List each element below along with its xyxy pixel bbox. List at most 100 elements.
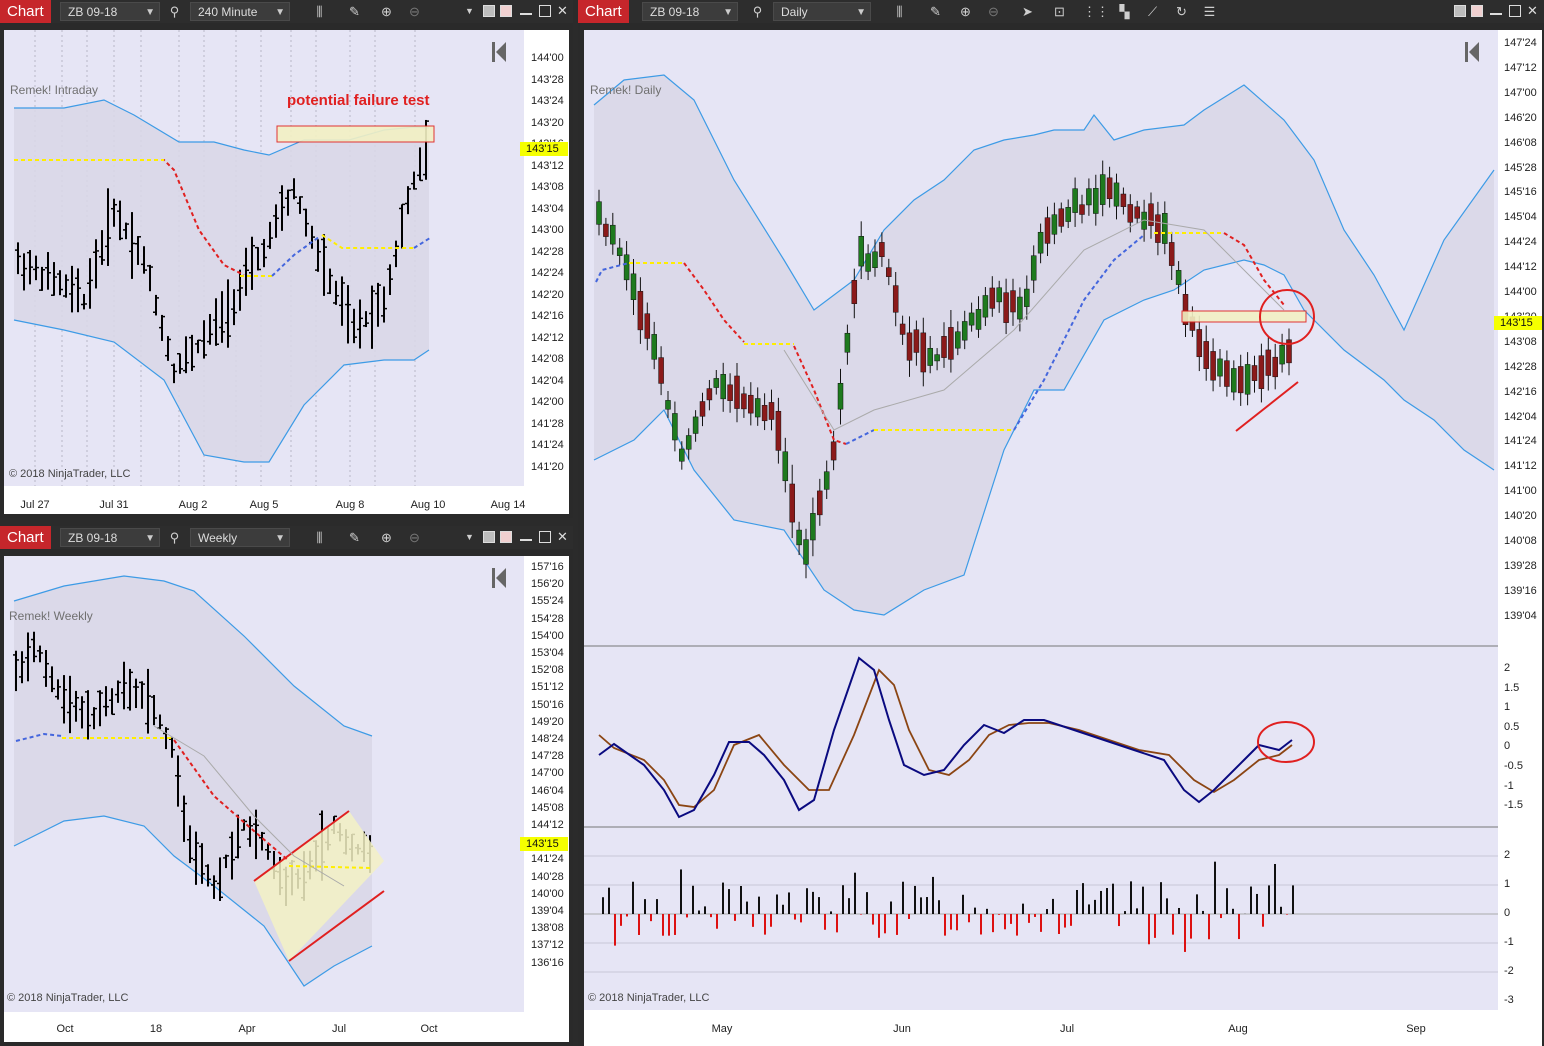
price-tick-label: 153'04 — [531, 647, 564, 659]
zoom-out-icon[interactable]: ⊖ — [405, 528, 424, 547]
histogram-bar — [1040, 914, 1042, 932]
chart-badge[interactable]: Chart — [0, 0, 51, 23]
refresh-icon[interactable]: ↻ — [1172, 2, 1191, 21]
interval-selector[interactable]: Daily ▼ — [773, 2, 871, 21]
zoom-in-icon[interactable]: ⊕ — [377, 2, 396, 21]
histogram-bar — [878, 914, 880, 938]
instrument-selector[interactable]: ZB 09-18 ▼ — [642, 2, 738, 21]
histogram-bar — [1280, 906, 1282, 914]
maximize-button[interactable] — [1509, 5, 1521, 17]
price-axis[interactable]: 147'24 147'12 147'00 146'20 146'08 145'28 145'… — [1494, 30, 1542, 1010]
list-icon[interactable]: ☰ — [1200, 2, 1219, 21]
price-tick-label: 1 — [1504, 701, 1511, 714]
instrument-selector[interactable]: ZB 09-18 ▼ — [60, 528, 160, 547]
histogram-bar — [806, 888, 808, 914]
candle-body — [1024, 288, 1030, 307]
histogram-bar — [626, 914, 628, 917]
zoom-out-icon[interactable]: ⊖ — [405, 2, 424, 21]
indicators-icon[interactable]: ⋮⋮ — [1083, 2, 1109, 21]
price-tick-label: 140'00 — [531, 887, 564, 900]
pencil-icon[interactable]: ✎ — [345, 528, 364, 547]
candle-body — [913, 329, 920, 353]
time-tick-label: Oct — [420, 1023, 438, 1035]
minimize-button[interactable] — [1490, 5, 1502, 15]
histogram-bar — [686, 914, 688, 918]
histogram-bar — [1112, 883, 1114, 914]
dropdown-icon[interactable]: ▼ — [460, 528, 479, 547]
candle-body — [1120, 193, 1127, 207]
chart-badge[interactable]: Chart — [578, 0, 629, 23]
candle-body — [1030, 255, 1037, 281]
window-link-button[interactable] — [1471, 5, 1483, 17]
interval-selector[interactable]: Weekly ▼ — [190, 528, 290, 547]
histogram-bar — [890, 901, 892, 914]
price-axis[interactable]: 157'16 156'20 155'24 154'28 154'00 153'04 152'… — [520, 556, 569, 1012]
close-button[interactable]: ✕ — [1527, 4, 1539, 17]
bar-type-icon[interactable]: ⫼ — [310, 528, 329, 547]
maximize-button[interactable] — [539, 5, 551, 17]
price-tick-label: 143'08 — [531, 181, 564, 193]
price-tick-label: 146'08 — [1504, 136, 1537, 149]
window-grey-button[interactable] — [483, 531, 495, 543]
histogram-bar — [908, 914, 910, 919]
price-tick-label: 0 — [1504, 740, 1511, 753]
candle-body — [768, 402, 775, 420]
maximize-button[interactable] — [539, 531, 551, 543]
minimize-button[interactable] — [520, 531, 532, 541]
chart-panel[interactable]: Remek! Daily © 2018 NinjaTrader, LLC — [584, 30, 1498, 1010]
histogram-bar — [998, 914, 1000, 915]
rewind-icon[interactable] — [1465, 42, 1479, 62]
histogram-bar — [968, 914, 970, 923]
histogram-bar — [992, 914, 994, 933]
price-tick-label: 139'04 — [1504, 609, 1537, 622]
histogram-bar — [698, 910, 700, 914]
histogram-bar — [1268, 885, 1270, 914]
pencil-icon[interactable]: ✎ — [345, 2, 364, 21]
histogram-bar — [728, 889, 730, 914]
time-axis[interactable]: Jul 27 Jul 31 Aug 2 Aug 5 Aug 8 Aug 10 Aug 14 — [4, 486, 569, 514]
histogram-bar — [1076, 889, 1078, 914]
window-link-button[interactable] — [500, 5, 512, 17]
time-tick-label: Jul — [331, 1023, 347, 1035]
zoom-in-icon[interactable]: ⊕ — [377, 528, 396, 547]
search-icon[interactable]: ⚲ — [165, 2, 184, 21]
candle-body — [803, 539, 809, 565]
zoom-in-icon[interactable]: ⊕ — [956, 2, 975, 21]
rewind-icon[interactable] — [492, 42, 506, 62]
pointer-icon[interactable]: ➤ — [1018, 2, 1037, 21]
bar-type-icon[interactable]: ⫼ — [890, 2, 909, 21]
price-tick-label: 139'28 — [1504, 559, 1537, 572]
chart-panel[interactable]: Remek! Weekly © 2018 NinjaTrader, LLC — [4, 556, 524, 1012]
instrument-selector[interactable]: ZB 09-18 ▼ — [60, 2, 160, 21]
strategies-icon[interactable]: ▚ — [1115, 2, 1134, 21]
histogram-bar — [848, 898, 850, 914]
candle-body — [672, 413, 678, 441]
last-price-tag: 143'15 — [520, 142, 568, 156]
window-grey-button[interactable] — [483, 5, 495, 17]
price-tick-label: 145'28 — [1504, 161, 1537, 174]
window-grey-button[interactable] — [1454, 5, 1466, 17]
search-icon[interactable]: ⚲ — [748, 2, 767, 21]
price-axis[interactable]: 144'00143'28143'24143'20143'16143'12143'… — [520, 30, 569, 486]
histogram-bar — [710, 914, 712, 918]
close-button[interactable]: ✕ — [557, 530, 569, 543]
pencil-icon[interactable]: ✎ — [926, 2, 945, 21]
price-tick-label: 141'24 — [1504, 435, 1537, 448]
chart-badge[interactable]: Chart — [0, 526, 51, 549]
time-axis[interactable]: Oct 18 Apr Jul Oct — [4, 1012, 569, 1042]
drawing-tools-icon[interactable]: ⟋ — [1143, 2, 1162, 21]
search-icon[interactable]: ⚲ — [165, 528, 184, 547]
zoom-out-icon[interactable]: ⊖ — [984, 2, 1003, 21]
close-button[interactable]: ✕ — [557, 4, 569, 17]
window-link-button[interactable] — [500, 531, 512, 543]
rewind-icon[interactable] — [492, 568, 506, 588]
histogram-bar — [818, 897, 820, 914]
time-axis[interactable]: May Jun Jul Aug Sep — [584, 1010, 1542, 1046]
minimize-button[interactable] — [520, 5, 532, 15]
chart-panel[interactable]: Remek! Intraday potential failure test ©… — [4, 30, 524, 486]
dropdown-icon[interactable]: ▼ — [460, 2, 479, 21]
bar-type-icon[interactable]: ⫼ — [310, 2, 329, 21]
data-box-icon[interactable]: ⊡ — [1050, 2, 1069, 21]
candle-body — [720, 374, 726, 400]
interval-selector[interactable]: 240 Minute ▼ — [190, 2, 290, 21]
